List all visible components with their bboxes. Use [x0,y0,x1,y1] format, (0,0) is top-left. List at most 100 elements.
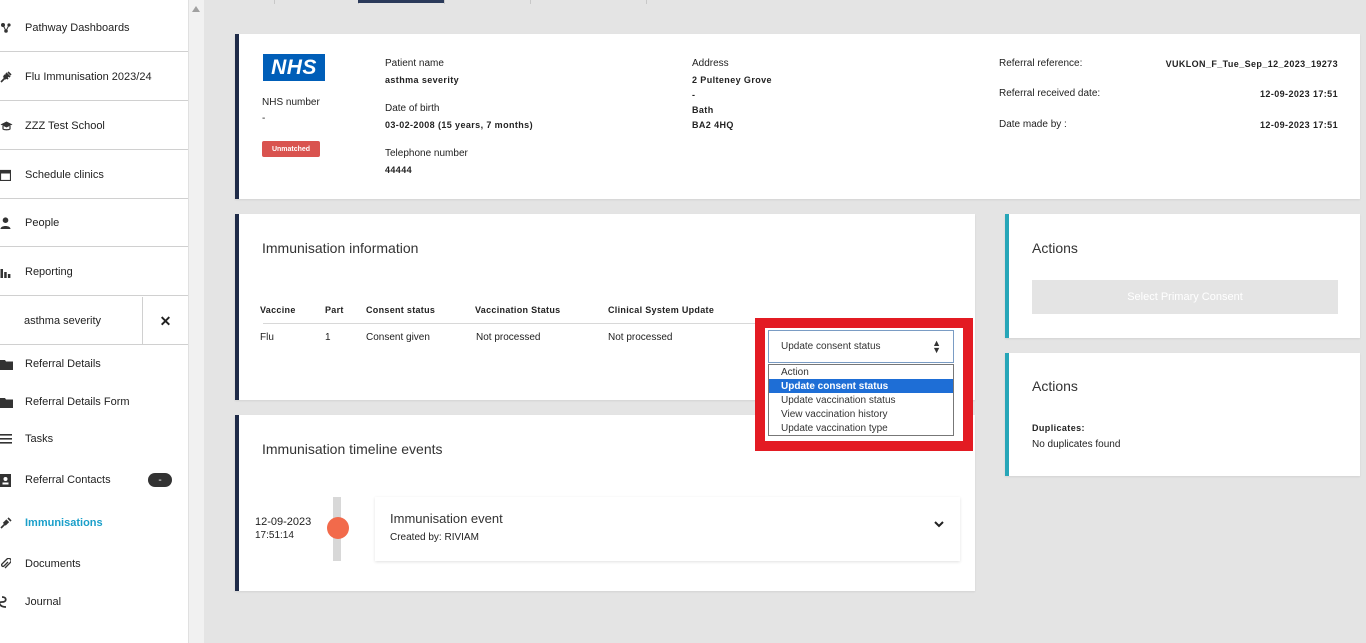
action-options-list: Action Update consent status Update vacc… [768,364,954,436]
option-update-vaccination-status[interactable]: Update vaccination status [769,393,953,407]
patient-header-card: NHS NHS number - Unmatched Patient name … [235,34,1360,199]
timeline-time: 17:51:14 [255,530,294,541]
sidebar-item-label: ZZZ Test School [25,119,105,132]
sidebar-item-label: Pathway Dashboards [25,21,130,34]
sidebar-item-tasks[interactable]: Tasks [0,421,188,457]
bar-chart-icon [0,266,24,278]
sidebar-item-referral-details[interactable]: Referral Details [0,346,188,382]
option-action[interactable]: Action [769,365,953,379]
action-select-value: Update consent status [781,341,881,352]
patient-tab-label: asthma severity [24,314,102,327]
select-primary-consent-button[interactable]: Select Primary Consent [1032,280,1338,314]
nhs-number-value: - [262,113,266,124]
sidebar-item-flu-immunisation[interactable]: Flu Immunisation 2023/24 [0,53,188,101]
sidebar-item-referral-contacts[interactable]: Referral Contacts - [0,462,188,498]
dob-label: Date of birth [385,103,440,114]
referral-reference-value: VUKLON_F_Tue_Sep_12_2023_19273 [1165,59,1338,69]
address-line: - [692,90,696,100]
sidebar-item-people[interactable]: People [0,199,188,247]
tab-active-indicator[interactable] [358,0,444,3]
syringe-icon [0,517,24,529]
patient-name-label: Patient name [385,58,444,69]
card-title: Immunisation information [262,240,419,256]
sidebar-item-pathway-dashboards[interactable]: Pathway Dashboards [0,4,188,52]
sidebar-item-label: Flu Immunisation 2023/24 [25,70,152,83]
calendar-icon [0,169,24,181]
sidebar-item-label: Referral Details [25,358,101,370]
cell-vaccine: Flu [260,332,274,343]
nhs-number-label: NHS number [262,97,320,108]
sidebar-item-reporting[interactable]: Reporting [0,248,188,296]
column-header-clinical-update: Clinical System Update [608,305,715,315]
event-title: Immunisation event [390,511,503,526]
sidebar-item-journal[interactable]: Journal [0,584,188,620]
column-header-vaccination-status: Vaccination Status [475,305,561,315]
card-title: Actions [1032,240,1078,256]
tab-divider [530,0,531,4]
contact-card-icon [0,473,24,487]
graduation-cap-icon [0,120,24,132]
action-select[interactable]: Update consent status ▲ ▼ [768,330,954,363]
phone-label: Telephone number [385,148,468,159]
option-view-vaccination-history[interactable]: View vaccination history [769,407,953,421]
duplicates-label: Duplicates: [1032,423,1085,433]
immunisation-event-card[interactable]: Immunisation event Created by: RIVIAM [375,497,960,561]
tab-divider [646,0,647,4]
sidebar-item-schedule-clinics[interactable]: Schedule clinics [0,151,188,199]
column-header-vaccine: Vaccine [260,305,296,315]
actions-card: Actions Select Primary Consent [1005,214,1360,338]
address-line: Bath [692,105,714,115]
card-title: Immunisation timeline events [262,441,443,457]
sidebar-item-documents[interactable]: Documents [0,546,188,582]
sidebar-item-label: Journal [25,596,62,608]
top-tab-strip [205,0,1366,4]
select-arrows-icon: ▲ ▼ [932,338,941,355]
phone-value: 44444 [385,165,413,175]
referral-received-label: Referral received date: [999,88,1101,99]
duplicates-value: No duplicates found [1032,439,1121,450]
card-title: Actions [1032,378,1078,394]
column-header-consent: Consent status [366,305,436,315]
referral-reference-label: Referral reference: [999,58,1083,69]
option-update-vaccination-type[interactable]: Update vaccination type [769,421,953,435]
sidebar-item-label: Referral Contacts [25,474,111,486]
patient-name-value: asthma severity [385,75,460,85]
folder-icon [0,359,24,370]
sidebar-scrollbar[interactable] [188,0,204,643]
sidebar-item-label: Schedule clinics [25,168,104,181]
paperclip-icon [0,558,24,570]
close-patient-button[interactable]: ✕ [142,297,188,345]
date-made-value: 12-09-2023 17:51 [1260,120,1338,130]
chevron-down-icon[interactable] [934,519,944,529]
scroll-up-arrow-icon[interactable] [192,6,200,12]
sidebar-item-label: Documents [25,558,81,570]
dob-value: 03-02-2008 (15 years, 7 months) [385,120,533,130]
sidebar-item-test-school[interactable]: ZZZ Test School [0,102,188,150]
referral-received-value: 12-09-2023 17:51 [1260,89,1338,99]
column-header-part: Part [325,305,344,315]
timeline-date: 12-09-2023 [255,516,312,528]
status-badge: Unmatched [262,141,320,157]
option-update-consent-status[interactable]: Update consent status [769,379,953,393]
sidebar-item-label: Reporting [25,265,73,278]
cell-vaccination-status: Not processed [476,332,541,343]
highlight-box: Update consent status ▲ ▼ Action Update c… [755,318,973,451]
cell-clinical-update: Not processed [608,332,673,343]
syringe-icon [0,70,24,83]
cell-consent: Consent given [366,332,430,343]
tab-divider [274,0,275,4]
tab-divider [444,0,445,4]
address-line: 2 Pulteney Grove [692,75,772,85]
address-line: BA2 4HQ [692,120,734,130]
sidebar-item-immunisations[interactable]: Immunisations [0,505,188,541]
patient-tab[interactable]: asthma severity ✕ [0,297,188,345]
list-icon [0,434,24,444]
sidebar-item-label: Referral Details Form [25,396,130,408]
folder-icon [0,397,24,408]
sidebar-item-label: People [25,216,60,229]
sidebar-item-label: Tasks [25,433,54,445]
address-label: Address [692,58,729,69]
journal-icon [0,596,24,608]
sidebar-item-referral-details-form[interactable]: Referral Details Form [0,384,188,420]
contacts-count-badge: - [148,473,172,487]
